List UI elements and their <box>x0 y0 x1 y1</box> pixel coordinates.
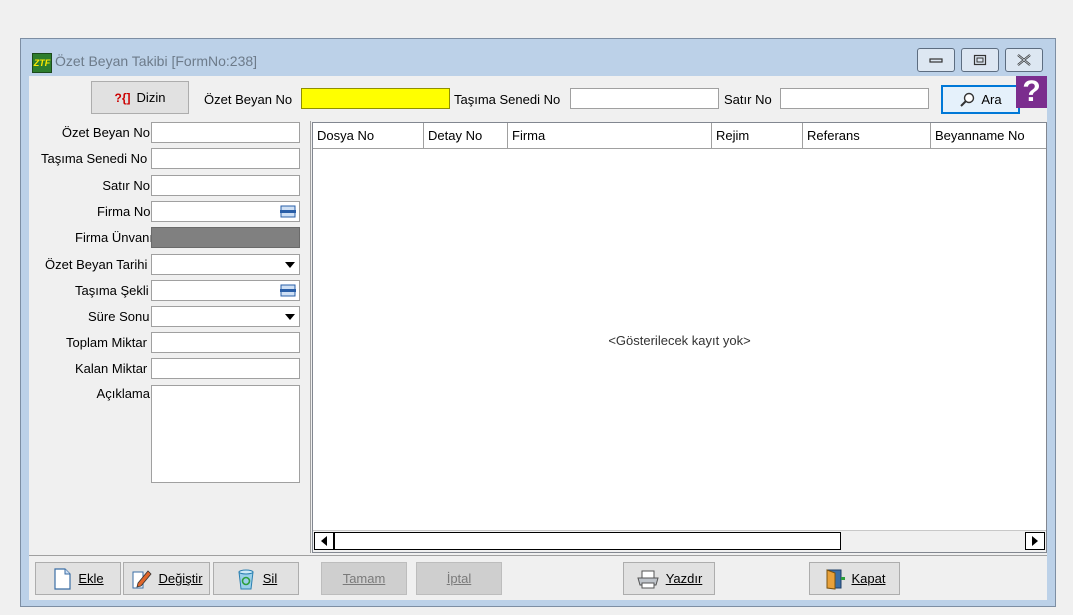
satir-no-field[interactable] <box>151 175 300 196</box>
close-button[interactable] <box>1005 48 1043 72</box>
tasima-sekli-field[interactable] <box>151 280 300 301</box>
iptal-button[interactable]: İptal <box>416 562 502 595</box>
degistir-label: Değiştir <box>158 571 203 586</box>
firma-unvani-field <box>151 227 300 248</box>
yazdir-button[interactable]: Yazdır <box>623 562 715 595</box>
dizin-label: Dizin <box>136 90 166 105</box>
index-icon: ?{] <box>114 90 131 105</box>
ozet-beyan-tarihi-label-wrap: Özet Beyan Tarihi <box>29 257 151 272</box>
firma-unvani-field-label: Firma Ünvanı <box>75 230 151 245</box>
ozet-beyan-no-label: Özet Beyan No <box>204 92 293 107</box>
tasima-senedi-no-input[interactable] <box>570 88 719 109</box>
edit-icon <box>132 569 152 588</box>
degistir-button[interactable]: Değiştir <box>123 562 210 595</box>
chevron-down-icon[interactable] <box>285 262 295 268</box>
lookup-icon[interactable] <box>280 205 296 218</box>
aciklama-textarea[interactable] <box>151 385 300 483</box>
tasima-sekli-label-wrap: Taşıma Şekli <box>29 283 151 298</box>
new-document-icon <box>54 567 71 590</box>
kalan-miktar-label-wrap: Kalan Miktar <box>29 361 151 376</box>
tasima-sekli-field-label: Taşıma Şekli <box>75 283 149 298</box>
tasima-senedi-no-label-wrap: Taşıma Senedi No <box>29 151 151 166</box>
scroll-thumb[interactable] <box>334 532 841 550</box>
column-header[interactable]: Detay No <box>424 123 508 148</box>
satir-no-field-label: Satır No <box>102 178 150 193</box>
action-bar: Ekle Değiştir Sil Tamam İptal Yazdır Kap… <box>29 555 1047 601</box>
minimize-button[interactable] <box>917 48 955 72</box>
sil-label: Sil <box>262 571 278 586</box>
dizin-button[interactable]: ?{] Dizin <box>91 81 189 114</box>
iptal-label: İptal <box>446 571 472 586</box>
firma-no-label-wrap: Firma No <box>29 204 151 219</box>
tasima-senedi-no-field[interactable] <box>151 148 300 169</box>
minimize-icon <box>929 58 943 63</box>
column-header[interactable]: Firma <box>508 123 712 148</box>
filter-form: Özet Beyan No Taşıma Senedi No Satır No … <box>29 121 311 553</box>
ara-button[interactable]: Ara <box>941 85 1020 114</box>
exit-door-icon <box>826 568 845 590</box>
firma-unvani-label-wrap: Firma Ünvanı <box>29 230 151 245</box>
column-header[interactable]: Referans <box>803 123 931 148</box>
arrow-right-icon <box>1032 536 1038 546</box>
title-bar[interactable]: ZTF Özet Beyan Takibi [FormNo:238] <box>21 39 1055 77</box>
client-area: ?{] Dizin Özet Beyan No Taşıma Senedi No… <box>29 76 1047 600</box>
arrow-left-icon <box>321 536 327 546</box>
scroll-right-button[interactable] <box>1025 532 1045 550</box>
app-logo-icon: ZTF <box>32 53 52 73</box>
sure-sonu-field-label: Süre Sonu <box>88 309 150 324</box>
ozet-beyan-no-field[interactable] <box>151 122 300 143</box>
sil-button[interactable]: Sil <box>213 562 299 595</box>
help-icon[interactable]: ? <box>1016 76 1047 108</box>
horizontal-scrollbar[interactable] <box>313 530 1046 552</box>
ekle-button[interactable]: Ekle <box>35 562 121 595</box>
column-header[interactable]: Dosya No <box>313 123 424 148</box>
ozet-beyan-tarihi-dropdown[interactable] <box>151 254 300 275</box>
printer-icon <box>637 570 659 588</box>
chevron-down-icon[interactable] <box>285 314 295 320</box>
column-header[interactable]: Beyanname No <box>931 123 1046 148</box>
yazdir-label: Yazdır <box>665 571 703 586</box>
ara-label: Ara <box>981 92 1002 107</box>
kalan-miktar-field[interactable] <box>151 358 300 379</box>
results-grid[interactable]: Dosya No Detay No Firma Rejim Referans B… <box>312 122 1047 553</box>
aciklama-field-label: Açıklama <box>96 386 150 401</box>
tasima-senedi-no-field-label: Taşıma Senedi No <box>41 151 148 166</box>
column-header[interactable]: Rejim <box>712 123 803 148</box>
firma-no-field-label: Firma No <box>97 204 151 219</box>
empty-message: <Gösterilecek kayıt yok> <box>608 333 751 348</box>
maximize-icon <box>973 54 987 66</box>
search-icon <box>960 92 975 107</box>
firma-no-field[interactable] <box>151 201 300 222</box>
window-title: Özet Beyan Takibi [FormNo:238] <box>55 53 258 69</box>
sure-sonu-dropdown[interactable] <box>151 306 300 327</box>
tamam-button[interactable]: Tamam <box>321 562 407 595</box>
ozet-beyan-no-field-label: Özet Beyan No <box>61 125 150 140</box>
sure-sonu-label-wrap: Süre Sonu <box>29 309 151 324</box>
kapat-button[interactable]: Kapat <box>809 562 900 595</box>
tamam-label: Tamam <box>342 571 386 586</box>
lookup-icon[interactable] <box>280 284 296 297</box>
ozet-beyan-no-input[interactable] <box>301 88 450 109</box>
toplam-miktar-field[interactable] <box>151 332 300 353</box>
search-bar: ?{] Dizin Özet Beyan No Taşıma Senedi No… <box>29 76 1047 121</box>
satir-no-input[interactable] <box>780 88 929 109</box>
main-window: ZTF Özet Beyan Takibi [FormNo:238] ?{] D… <box>20 38 1056 607</box>
close-icon <box>1017 54 1031 66</box>
grid-header: Dosya No Detay No Firma Rejim Referans B… <box>313 123 1046 149</box>
kapat-label: Kapat <box>851 571 886 586</box>
tasima-senedi-no-label: Taşıma Senedi No <box>454 92 561 107</box>
recycle-bin-icon <box>238 569 254 589</box>
toplam-miktar-field-label: Toplam Miktar <box>66 335 147 350</box>
ekle-label: Ekle <box>78 571 104 586</box>
maximize-button[interactable] <box>961 48 999 72</box>
ozet-beyan-tarihi-field-label: Özet Beyan Tarihi <box>45 257 148 272</box>
toplam-miktar-label-wrap: Toplam Miktar <box>29 335 151 350</box>
kalan-miktar-field-label: Kalan Miktar <box>75 361 148 376</box>
scroll-left-button[interactable] <box>314 532 334 550</box>
satir-no-label: Satır No <box>724 92 772 107</box>
